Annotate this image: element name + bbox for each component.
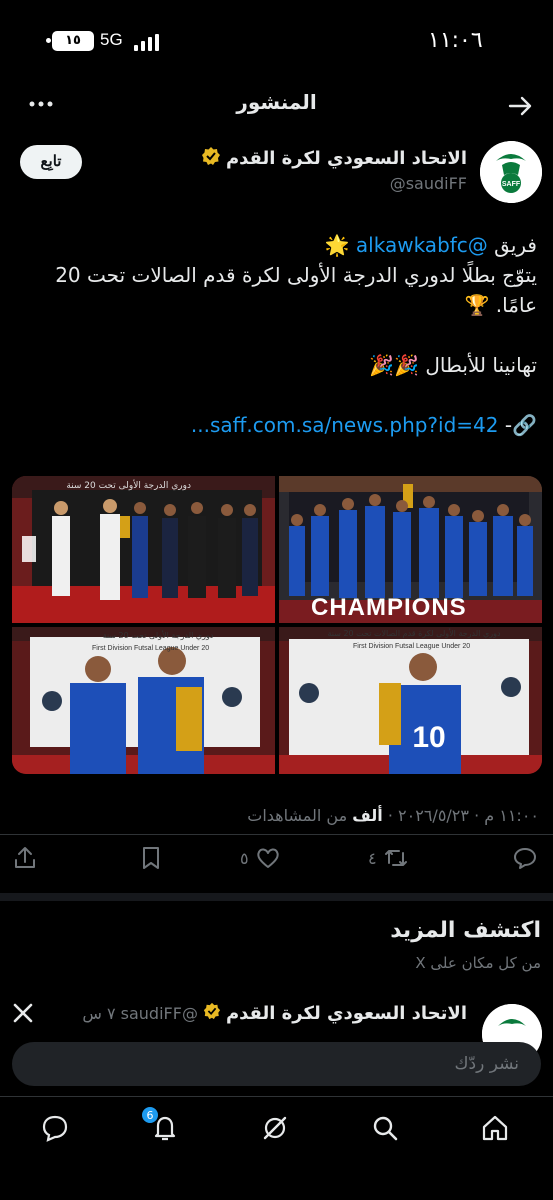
post-meta: ١١:٠٠ م · ٢٠٢٦/٥/٢٣ · ألف من المشاهدات bbox=[247, 806, 539, 825]
photo-players-trophy[interactable]: دوري الدرجة الأولى تحت 20 سنة First Divi… bbox=[12, 627, 275, 774]
next-post-header[interactable]: الاتحاد السعودي لكرة القدم @saudiFF ٧ س bbox=[82, 1002, 467, 1025]
author-avatar[interactable]: SAFF bbox=[480, 141, 542, 203]
verified-badge-icon bbox=[203, 1002, 221, 1025]
divider bbox=[0, 834, 553, 835]
bottom-navigation bbox=[0, 1096, 553, 1156]
system-gesture-bar bbox=[0, 1160, 553, 1200]
back-arrow-icon[interactable] bbox=[506, 92, 536, 120]
photo-player-number-10[interactable]: 10 دوري الدرجة الأولى لكرة قدم الصالات ت… bbox=[279, 627, 542, 774]
notifications-badge: 6 bbox=[141, 1106, 159, 1124]
action-bar: ٥ ٤ bbox=[0, 845, 553, 879]
reply-input[interactable]: نشر ردّك bbox=[12, 1042, 541, 1086]
reply-icon bbox=[514, 848, 536, 869]
home-icon[interactable] bbox=[480, 1113, 510, 1143]
tweet-line-1: فريق @alkawkabfc 🌟 bbox=[17, 230, 537, 260]
messages-icon[interactable] bbox=[40, 1113, 70, 1143]
media-grid[interactable]: دوري الدرجة الأولى تحت 20 سنة CHAMPIONS bbox=[12, 476, 542, 774]
next-post-author[interactable]: الاتحاد السعودي لكرة القدم bbox=[226, 1003, 467, 1024]
author-name[interactable]: الاتحاد السعودي لكرة القدم bbox=[226, 148, 467, 169]
like-count: ٥ bbox=[240, 848, 249, 868]
section-separator bbox=[0, 893, 553, 901]
like-button[interactable]: ٥ bbox=[240, 845, 281, 871]
event-sign-text: دوري الدرجة الأولى تحت 20 سنة bbox=[66, 481, 191, 491]
champions-banner-text: CHAMPIONS bbox=[311, 594, 467, 621]
tweet-link-line: 🔗- saff.com.sa/news.php?id=42... bbox=[17, 410, 537, 440]
discover-title: اكتشف المزيد bbox=[390, 918, 541, 943]
grok-icon[interactable] bbox=[260, 1113, 290, 1143]
tweet-line-3: تهانينا للأبطال 🎉🎉 bbox=[369, 353, 537, 377]
x-logo-icon bbox=[12, 1002, 34, 1024]
star-emoji: 🌟 bbox=[324, 233, 356, 257]
reply-button[interactable] bbox=[512, 845, 538, 871]
status-bar: ١٥ 5G ١١:٠٦ bbox=[0, 0, 553, 84]
next-post-handle[interactable]: @saudiFF bbox=[121, 1004, 198, 1023]
share-button[interactable] bbox=[12, 845, 38, 871]
retweet-count: ٤ bbox=[368, 848, 377, 868]
views-count[interactable]: ألف bbox=[352, 806, 383, 825]
event-sign-text-en: First Division Futsal League Under 20 bbox=[92, 645, 210, 652]
author-handle[interactable]: @saudiFF bbox=[390, 174, 467, 193]
svg-text:SAFF: SAFF bbox=[502, 181, 521, 188]
discover-subtitle: من كل مكان على X bbox=[415, 954, 541, 972]
news-link[interactable]: saff.com.sa/news.php?id=42... bbox=[191, 413, 499, 437]
event-sign-text-ar: دوري الدرجة الأولى تحت 20 سنة bbox=[102, 631, 214, 640]
svg-text:10: 10 bbox=[412, 721, 445, 754]
page-title: المنشور bbox=[236, 90, 317, 114]
next-post-time: ٧ س bbox=[82, 1004, 116, 1023]
tweet-body: فريق @alkawkabfc 🌟 يتوّج بطلًا لدوري الد… bbox=[17, 230, 537, 440]
tweet-text-prefix: فريق bbox=[487, 233, 537, 257]
link-emoji: 🔗- bbox=[498, 413, 537, 437]
mention-link[interactable]: @alkawkabfc bbox=[356, 233, 488, 257]
author-name-row[interactable]: الاتحاد السعودي لكرة القدم bbox=[201, 146, 467, 171]
retweet-button[interactable]: ٤ bbox=[368, 845, 409, 871]
search-icon[interactable] bbox=[370, 1113, 400, 1143]
views-label: من المشاهدات bbox=[247, 806, 353, 825]
photo-champions-celebration[interactable]: CHAMPIONS bbox=[279, 476, 542, 623]
event-sign-text-ar: دوري الدرجة الأولى لكرة قدم الصالات تحت … bbox=[327, 629, 501, 638]
verified-badge-icon bbox=[201, 146, 221, 171]
bookmark-icon bbox=[143, 847, 159, 869]
post-datetime: ١١:٠٠ م · ٢٠٢٦/٥/٢٣ · bbox=[382, 806, 539, 825]
bookmark-button[interactable] bbox=[138, 845, 164, 871]
tweet-line-2: يتوّج بطلًا لدوري الدرجة الأولى لكرة قدم… bbox=[55, 263, 537, 317]
signal-icon bbox=[134, 34, 159, 51]
event-sign-text-en: First Division Futsal League Under 20 bbox=[353, 643, 471, 650]
clock: ١١:٠٦ bbox=[428, 28, 483, 53]
notification-dot bbox=[46, 38, 51, 43]
network-type: 5G bbox=[100, 30, 123, 49]
follow-button[interactable]: تابِع bbox=[20, 145, 82, 179]
battery-indicator: ١٥ bbox=[52, 31, 94, 51]
photo-trophy-presentation[interactable]: دوري الدرجة الأولى تحت 20 سنة bbox=[12, 476, 275, 623]
share-icon bbox=[15, 847, 35, 868]
heart-icon bbox=[256, 848, 279, 868]
retweet-icon bbox=[384, 850, 407, 866]
